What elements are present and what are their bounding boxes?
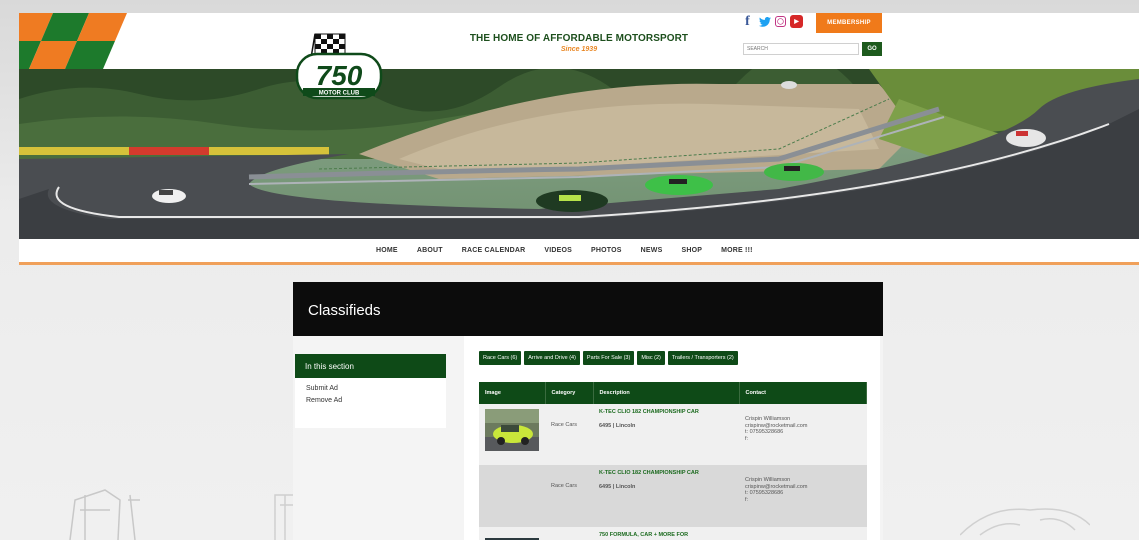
sidebar-panel: In this section Submit Ad Remove Ad (295, 354, 446, 428)
car-sketch-decoration (960, 508, 1090, 536)
nav-more[interactable]: MORE !!! (721, 247, 753, 254)
main-navbar: HOME ABOUT RACE CALENDAR VIDEOS PHOTOS N… (19, 239, 1139, 265)
instagram-icon[interactable]: ◯ (775, 16, 786, 27)
table-row[interactable]: Race Cars K-TEC CLIO 182 CHAMPIONSHIP CA… (479, 404, 867, 465)
750-motor-club-logo[interactable]: 750 MOTOR CLUB (293, 32, 385, 102)
search-go-button[interactable]: GO (862, 42, 882, 56)
ad-title-link[interactable]: K-TEC CLIO 182 CHAMPIONSHIP CAR (599, 470, 733, 477)
classifieds-table: Image Category Description Contact Race … (479, 382, 867, 540)
ad-contact: Crispin Williamson crispinw@rocketmail.c… (739, 465, 867, 527)
youtube-icon[interactable]: ▶ (790, 15, 803, 28)
logo-subtext: MOTOR CLUB (319, 91, 360, 97)
table-header-row: Image Category Description Contact (479, 382, 867, 404)
ad-description: 750 FORMULA, CAR + MORE FOR (593, 527, 739, 540)
filter-race-cars[interactable]: Race Cars (6) (479, 351, 522, 365)
ad-image-cell (479, 527, 545, 540)
col-header-image: Image (479, 382, 546, 404)
site-tagline: THE HOME OF AFFORDABLE MOTORSPORT Since … (449, 33, 709, 53)
sidebar-heading: In this section (295, 354, 446, 378)
facebook-icon[interactable]: f (741, 14, 754, 29)
ad-price-location: 6495 | Lincoln (599, 484, 636, 490)
social-links: f ◯ ▶ (741, 14, 803, 29)
hero-race-image (19, 69, 1139, 239)
search-input[interactable] (743, 43, 859, 55)
engine-sketch-decoration (69, 489, 140, 540)
ad-price-location: 6495 | Lincoln (599, 423, 636, 429)
twitter-icon[interactable] (758, 15, 771, 28)
nav-home[interactable]: HOME (376, 247, 398, 254)
nav-news[interactable]: NEWS (641, 247, 663, 254)
sidebar-link-submit-ad[interactable]: Submit Ad (295, 385, 446, 392)
logo-number: 750 (316, 60, 363, 91)
category-filters: Race Cars (6) Arrive and Drive (4) Parts… (479, 351, 738, 365)
ad-description: K-TEC CLIO 182 CHAMPIONSHIP CAR 6495 | L… (593, 404, 739, 465)
filter-arrive-and-drive[interactable]: Arrive and Drive (4) (524, 351, 580, 365)
membership-button[interactable]: MEMBERSHIP (816, 13, 882, 33)
ad-category: Race Cars (545, 465, 593, 527)
ad-category (545, 527, 593, 540)
ad-description: K-TEC CLIO 182 CHAMPIONSHIP CAR 6495 | L… (593, 465, 739, 527)
since-text: Since 1939 (560, 46, 598, 53)
nav-race-calendar[interactable]: RACE CALENDAR (462, 247, 526, 254)
contact-extra: f: (745, 496, 749, 503)
col-header-category: Category (545, 382, 594, 404)
ad-title-link[interactable]: K-TEC CLIO 182 CHAMPIONSHIP CAR (599, 409, 733, 416)
ad-image-cell (479, 465, 545, 527)
nav-photos[interactable]: PHOTOS (591, 247, 622, 254)
classifieds-main: Race Cars (6) Arrive and Drive (4) Parts… (464, 336, 880, 540)
ad-thumbnail-image[interactable] (485, 409, 539, 451)
page-title-bar: Classifieds (293, 282, 883, 336)
nav-shop[interactable]: SHOP (681, 247, 702, 254)
col-header-description: Description (593, 382, 740, 404)
filter-parts-for-sale[interactable]: Parts For Sale (3) (582, 351, 635, 365)
ad-category: Race Cars (545, 404, 593, 465)
table-row[interactable]: 750 FORMULA, CAR + MORE FOR (479, 527, 867, 540)
page-title: Classifieds (308, 302, 381, 319)
site-header: THE HOME OF AFFORDABLE MOTORSPORT Since … (19, 13, 1139, 69)
table-row[interactable]: Race Cars K-TEC CLIO 182 CHAMPIONSHIP CA… (479, 465, 867, 527)
nav-menu: HOME ABOUT RACE CALENDAR VIDEOS PHOTOS N… (376, 247, 753, 254)
col-header-contact: Contact (739, 382, 867, 404)
filter-misc[interactable]: Misc (2) (637, 351, 665, 365)
tagline-text: THE HOME OF AFFORDABLE MOTORSPORT (469, 33, 689, 44)
ad-contact: Crispin Williamson crispinw@rocketmail.c… (739, 404, 867, 465)
nav-about[interactable]: ABOUT (417, 247, 443, 254)
filter-trailers-transporters[interactable]: Trailers / Transporters (2) (667, 351, 738, 365)
ad-image-cell (479, 404, 545, 465)
contact-extra: f: (745, 435, 749, 442)
nav-videos[interactable]: VIDEOS (544, 247, 572, 254)
ad-contact (739, 527, 867, 540)
ad-title-link[interactable]: 750 FORMULA, CAR + MORE FOR (599, 532, 733, 539)
sidebar-link-remove-ad[interactable]: Remove Ad (295, 397, 446, 404)
chequered-flag-logo (19, 13, 127, 69)
